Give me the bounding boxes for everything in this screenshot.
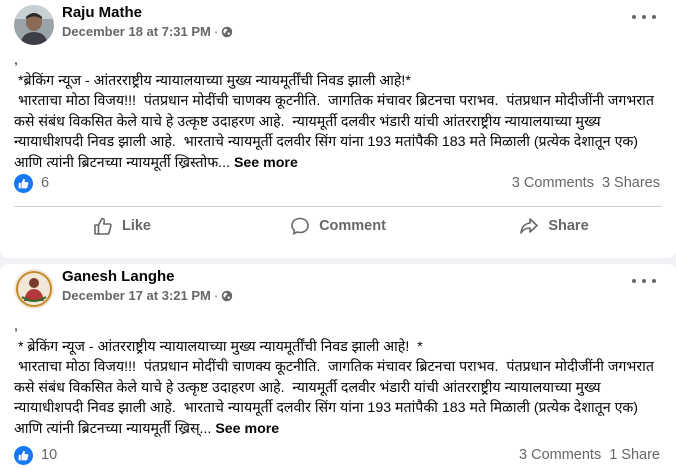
post-meta: December 17 at 3:21 PM · — [62, 288, 233, 303]
comment-label: Comment — [319, 218, 386, 234]
see-more-link[interactable]: See more — [234, 155, 298, 171]
like-button[interactable]: Like — [14, 210, 230, 242]
post-text: , * ब्रेकिंग न्यूज - आंतरराष्ट्रीय न्याय… — [14, 316, 662, 439]
share-icon — [520, 218, 539, 234]
like-label: Like — [121, 218, 151, 234]
post-text: , *ब्रेकिंग न्यूज - आंतरराष्ट्रीय न्याया… — [14, 50, 662, 173]
post-body: * ब्रेकिंग न्यूज - आंतरराष्ट्रीय न्यायाल… — [14, 338, 654, 437]
comments-count[interactable]: 3 Comments — [519, 447, 601, 463]
author-name[interactable]: Ganesh Langhe — [62, 268, 175, 285]
author-avatar[interactable] — [14, 269, 54, 309]
post-timestamp[interactable]: December 17 at 3:21 PM — [62, 288, 211, 303]
comment-icon — [291, 217, 309, 235]
post-meta: December 18 at 7:31 PM · — [62, 24, 233, 39]
post-stats: 6 3 Comments 3 Shares — [14, 172, 660, 194]
comments-count[interactable]: 3 Comments — [512, 175, 594, 191]
thumbs-up-icon[interactable] — [14, 445, 33, 465]
share-button[interactable]: Share — [446, 210, 662, 242]
post-timestamp[interactable]: December 18 at 7:31 PM — [62, 24, 211, 39]
action-bar: Like Comment Share — [14, 210, 662, 242]
meta-separator: · — [213, 24, 219, 39]
post-lead: , — [14, 52, 18, 68]
more-options-icon[interactable] — [632, 276, 656, 286]
more-options-icon[interactable] — [632, 12, 656, 22]
post-card: Raju Mathe December 18 at 7:31 PM · , *ब… — [0, 0, 676, 258]
share-label: Share — [548, 218, 589, 234]
author-name[interactable]: Raju Mathe — [62, 4, 142, 21]
reaction-count[interactable]: 6 — [41, 175, 49, 191]
reaction-count[interactable]: 10 — [41, 447, 57, 463]
comment-button[interactable]: Comment — [230, 210, 446, 242]
meta-separator: · — [213, 288, 219, 303]
post-lead: , — [14, 318, 18, 334]
see-more-link[interactable]: See more — [215, 421, 279, 437]
thumbs-up-icon[interactable] — [14, 173, 33, 193]
shares-count[interactable]: 1 Share — [609, 447, 660, 463]
globe-icon[interactable] — [221, 290, 233, 302]
shares-count[interactable]: 3 Shares — [602, 175, 660, 191]
post-stats: 10 3 Comments 1 Share — [14, 444, 660, 466]
author-avatar[interactable] — [14, 5, 54, 45]
globe-icon[interactable] — [221, 26, 233, 38]
like-icon — [94, 217, 112, 235]
divider — [14, 206, 662, 207]
post-body: *ब्रेकिंग न्यूज - आंतरराष्ट्रीय न्यायालय… — [14, 72, 654, 171]
